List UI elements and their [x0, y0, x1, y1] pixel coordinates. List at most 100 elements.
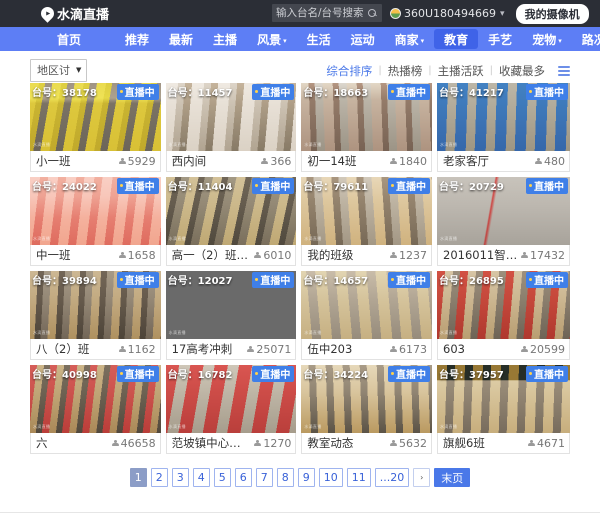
sort-comprehensive[interactable]: 综合排序	[320, 63, 378, 79]
my-camera-button[interactable]: 我的摄像机	[515, 3, 589, 24]
viewer-count: 480	[535, 155, 565, 168]
stream-card[interactable]: 台号：12027 直播中 水滴直播 17高考冲刺 25071	[165, 271, 297, 360]
stream-card[interactable]: 台号：14657 直播中 水滴直播 伍中203 6173	[301, 271, 432, 360]
nav-item-scenery[interactable]: 风景 ▾	[247, 27, 297, 51]
stream-thumbnail[interactable]: 台号：14657 直播中 水滴直播	[301, 271, 432, 339]
stream-thumbnail[interactable]: 台号：37957 直播中 水滴直播	[437, 365, 570, 433]
stream-card[interactable]: 台号：16782 直播中水滴直播范坡镇中心幼儿... 1270	[165, 365, 297, 454]
stream-title[interactable]: 八（2）班	[36, 341, 89, 357]
stream-title[interactable]: 旗舰6班	[443, 435, 485, 451]
stream-card[interactable]: 台号：40998 直播中 水滴直播六 46658	[30, 365, 161, 454]
stream-thumbnail[interactable]: 台号：38178 直播中 水滴直播	[30, 83, 161, 151]
stream-card[interactable]: 台号：24022 直播中 水滴直播 中一班 1658	[30, 177, 161, 266]
stream-card[interactable]: 台号：11457 直播中 水滴直播 西内间 366	[165, 83, 297, 172]
search-icon[interactable]	[368, 8, 377, 18]
nav-item-pets[interactable]: 宠物 ▾	[522, 27, 572, 51]
page-button-6[interactable]: 6	[234, 468, 252, 487]
viewer-count: 1162	[118, 343, 156, 356]
stream-title[interactable]: 伍中203	[307, 341, 352, 357]
stream-title[interactable]: 603	[443, 342, 465, 356]
last-page-button[interactable]: 末页	[434, 468, 471, 487]
sort-hot[interactable]: 热播榜	[382, 63, 429, 79]
stream-title[interactable]: 高一（2）班青...	[172, 247, 250, 263]
page-ellipsis-button[interactable]: ...20	[374, 468, 410, 487]
live-label: 直播中	[260, 276, 291, 287]
next-page-button[interactable]: ›	[413, 468, 431, 487]
user-name[interactable]: 360U180494669	[404, 7, 496, 20]
stream-title[interactable]: 2016011智苣五	[443, 247, 521, 263]
page-button-4[interactable]: 4	[192, 468, 210, 487]
stream-card[interactable]: 台号：26895 直播中 水滴直播 603 20599	[437, 271, 570, 360]
stream-card[interactable]: 台号：39894 直播中 水滴直播八（2）班 1162	[30, 271, 161, 360]
stream-card[interactable]: 台号：20729 直播中 水滴直播 2016011智苣五 17432	[437, 177, 570, 266]
page-button-10[interactable]: 10	[318, 468, 343, 487]
stream-title[interactable]: 17高考冲刺	[172, 341, 233, 357]
stream-title[interactable]: 初一14班	[307, 153, 356, 169]
viewer-icon	[390, 157, 397, 165]
stream-card[interactable]: 台号：79611 直播中 水滴直播 我的班级 1237	[301, 177, 432, 266]
stream-title[interactable]: 西内间	[172, 153, 207, 169]
stream-thumbnail[interactable]: 台号：40998 直播中 水滴直播	[30, 365, 161, 433]
nav-item-newest[interactable]: 最新	[159, 27, 203, 51]
stream-thumbnail[interactable]: 台号：26895 直播中 水滴直播	[437, 271, 570, 339]
stream-title[interactable]: 六	[36, 435, 48, 451]
nav-item-craft[interactable]: 手艺	[478, 27, 522, 51]
stream-card[interactable]: 台号：37957 直播中 水滴直播 旗舰6班 4671	[437, 365, 570, 454]
search-box[interactable]	[272, 4, 382, 22]
nav-item-home[interactable]: 首页	[47, 27, 115, 51]
search-input[interactable]	[276, 7, 368, 19]
card-footer: 旗舰6班 4671	[437, 433, 570, 454]
stream-card[interactable]: 台号：38178 直播中 水滴直播 小一班 5929	[30, 83, 161, 172]
nav-item-education[interactable]: 教育	[434, 29, 479, 49]
channel-id-value: 38178	[62, 88, 97, 99]
nav-item-business[interactable]: 商家 ▾	[385, 27, 435, 51]
nav-item-recommend[interactable]: 推荐	[115, 27, 159, 51]
viewer-count-value: 5632	[399, 436, 427, 450]
nav-item-life[interactable]: 生活	[297, 27, 341, 51]
stream-title[interactable]: 小一班	[36, 153, 71, 169]
page-button-3[interactable]: 3	[171, 468, 189, 487]
stream-thumbnail[interactable]: 台号：16782 直播中 水滴直播	[165, 365, 297, 433]
chevron-down-icon[interactable]: ▾	[500, 9, 505, 19]
stream-thumbnail[interactable]: 台号：11457 直播中 水滴直播	[165, 83, 297, 151]
page-button-11[interactable]: 11	[346, 468, 371, 487]
nav-item-anchor[interactable]: 主播	[203, 27, 247, 51]
watermark: 水滴直播	[168, 424, 186, 429]
stream-title[interactable]: 范坡镇中心幼儿...	[172, 435, 250, 451]
stream-thumbnail[interactable]: 台号：24022 直播中 水滴直播	[30, 177, 161, 245]
sort-active-anchor[interactable]: 主播活跃	[432, 63, 490, 79]
region-dropdown[interactable]: 地区讨 ▼	[30, 59, 88, 82]
stream-title[interactable]: 教室动态	[307, 435, 353, 451]
stream-thumbnail[interactable]: 台号：12027 直播中 水滴直播	[165, 271, 297, 339]
watermark: 水滴直播	[33, 424, 51, 429]
stream-card[interactable]: 台号：18663 直播中 水滴直播 初一14班 1840	[301, 83, 432, 172]
stream-title[interactable]: 老家客厅	[443, 153, 489, 169]
stream-thumbnail[interactable]: 台号：79611 直播中 水滴直播	[301, 177, 432, 245]
stream-card[interactable]: 台号：11404 直播中水滴直播高一（2）班青... 6010	[165, 177, 297, 266]
stream-card[interactable]: 台号：34224 直播中 水滴直播教室动态 5632	[301, 365, 432, 454]
list-view-icon[interactable]	[558, 65, 570, 76]
page-button-8[interactable]: 8	[276, 468, 294, 487]
nav-item-traffic[interactable]: 路况	[572, 27, 600, 51]
page-button-5[interactable]: 5	[213, 468, 231, 487]
stream-title[interactable]: 我的班级	[307, 247, 353, 263]
page-button-9[interactable]: 9	[297, 468, 315, 487]
page-button-1[interactable]: 1	[129, 468, 147, 487]
live-badge: 直播中	[252, 84, 295, 100]
page-button-7[interactable]: 7	[255, 468, 273, 487]
stream-thumbnail[interactable]: 台号：20729 直播中 水滴直播	[437, 177, 570, 245]
stream-thumbnail[interactable]: 台号：34224 直播中 水滴直播	[301, 365, 432, 433]
channel-id-prefix: 台号：	[32, 370, 62, 381]
nav-item-sports[interactable]: 运动	[341, 27, 385, 51]
stream-thumbnail[interactable]: 台号：41217 直播中 水滴直播	[437, 83, 570, 151]
stream-card[interactable]: 台号：41217 直播中 水滴直播老家客厅 480	[437, 83, 570, 172]
card-footer: 西内间 366	[165, 151, 297, 172]
stream-thumbnail[interactable]: 台号：18663 直播中 水滴直播	[301, 83, 432, 151]
page-button-2[interactable]: 2	[150, 468, 168, 487]
stream-thumbnail[interactable]: 台号：39894 直播中 水滴直播	[30, 271, 161, 339]
stream-title[interactable]: 中一班	[36, 247, 71, 263]
channel-id-badge: 台号：12027	[168, 272, 233, 287]
stream-thumbnail[interactable]: 台号：11404 直播中 水滴直播	[165, 177, 297, 245]
sort-most-favorited[interactable]: 收藏最多	[493, 63, 551, 79]
site-logo[interactable]: 水滴直播	[38, 4, 109, 23]
